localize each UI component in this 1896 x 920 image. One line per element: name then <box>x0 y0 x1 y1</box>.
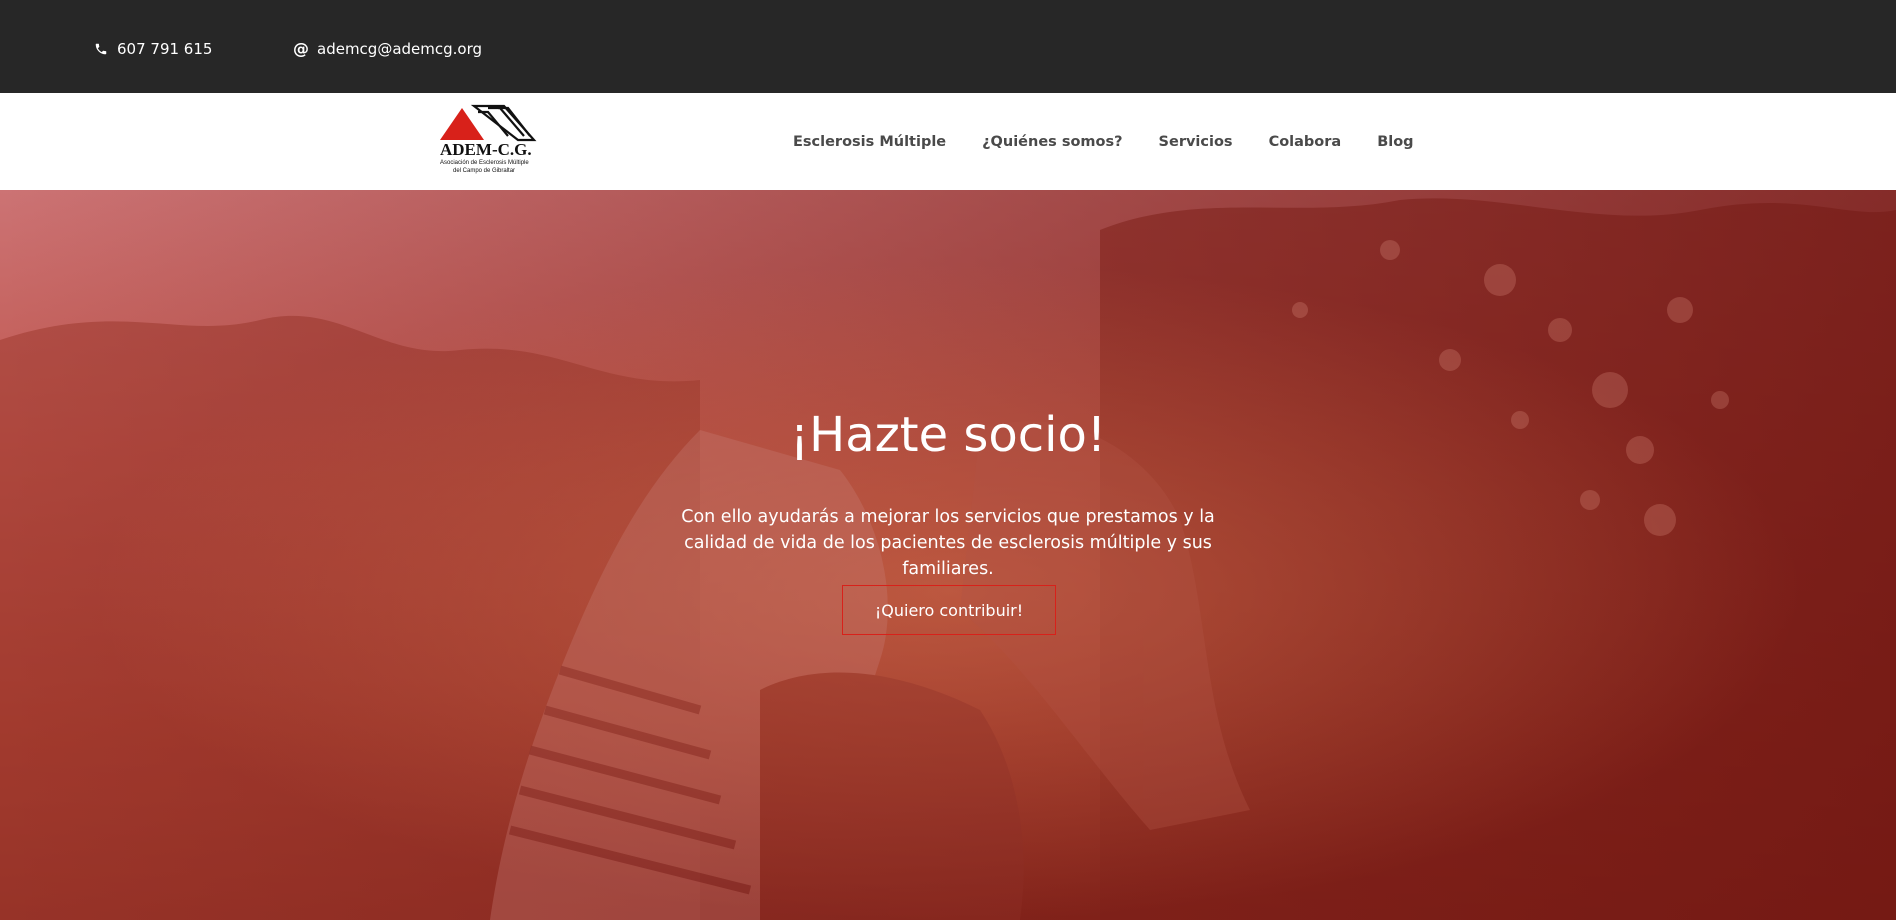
hero-title: ¡Hazte socio! <box>789 407 1107 463</box>
nav-item-colabora[interactable]: Colabora <box>1251 132 1360 152</box>
site-logo[interactable]: ADEM-C.G. Asociación de Esclerosis Múlti… <box>438 100 542 182</box>
site-header: ADEM-C.G. Asociación de Esclerosis Múlti… <box>0 93 1896 190</box>
svg-text:del Campo de Gibraltar: del Campo de Gibraltar <box>453 168 515 174</box>
phone-number: 607 791 615 <box>117 40 213 58</box>
email-link[interactable]: @ ademcg@ademcg.org <box>292 38 482 60</box>
main-nav: Esclerosis Múltiple ¿Quiénes somos? Serv… <box>775 93 1432 190</box>
phone-link[interactable]: 607 791 615 <box>92 38 212 60</box>
nav-item-esclerosis-multiple[interactable]: Esclerosis Múltiple <box>775 132 964 152</box>
email-address: ademcg@ademcg.org <box>317 40 483 58</box>
nav-item-servicios[interactable]: Servicios <box>1141 132 1251 152</box>
contribute-button[interactable]: ¡Quiero contribuir! <box>842 585 1056 635</box>
hero-description: Con ello ayudarás a mejorar los servicio… <box>681 507 1215 579</box>
svg-text:ADEM-C.G.: ADEM-C.G. <box>440 140 532 159</box>
svg-text:Asociación de Esclerosis Múlti: Asociación de Esclerosis Múltiple <box>440 160 529 166</box>
top-contact-bar: 607 791 615 @ ademcg@ademcg.org <box>0 0 1896 93</box>
hero-banner: ¡Hazte socio! Con ello ayudarás a mejora… <box>0 190 1896 920</box>
nav-item-blog[interactable]: Blog <box>1359 132 1431 152</box>
phone-icon <box>92 40 110 58</box>
nav-item-quienes-somos[interactable]: ¿Quiénes somos? <box>964 132 1140 152</box>
at-icon: @ <box>293 39 309 58</box>
